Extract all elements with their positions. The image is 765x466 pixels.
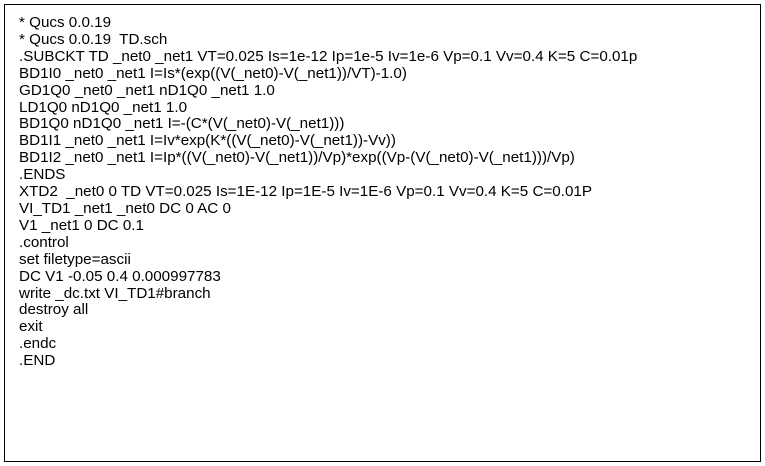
netlist-line: .SUBCKT TD _net0 _net1 VT=0.025 Is=1e-12… xyxy=(19,47,638,65)
netlist-line: .control xyxy=(19,233,69,251)
netlist-line: BD1I1 _net0 _net1 I=Iv*exp(K*((V(_net0)-… xyxy=(19,132,396,150)
netlist-line: BD1I0 _net0 _net1 I=Is*(exp((V(_net0)-V(… xyxy=(19,64,407,82)
netlist-line: BD1I2 _net0 _net1 I=Ip*((V(_net0)-V(_net… xyxy=(19,149,575,167)
netlist-line: * Qucs 0.0.19 TD.sch xyxy=(19,30,168,48)
netlist-line: exit xyxy=(19,318,43,336)
netlist-line: .END xyxy=(19,352,56,370)
netlist-line: destroy all xyxy=(19,301,89,319)
netlist-line: VI_TD1 _net1 _net0 DC 0 AC 0 xyxy=(19,199,231,217)
netlist-line: * Qucs 0.0.19 xyxy=(19,14,112,31)
netlist-line: BD1Q0 nD1Q0 _net1 I=-(C*(V(_net0)-V(_net… xyxy=(19,115,345,133)
netlist-frame: * Qucs 0.0.19 * Qucs 0.0.19 TD.sch .SUBC… xyxy=(4,4,761,462)
netlist-listing: * Qucs 0.0.19 * Qucs 0.0.19 TD.sch .SUBC… xyxy=(19,14,760,370)
netlist-line: DC V1 -0.05 0.4 0.000997783 xyxy=(19,267,221,285)
netlist-line: .ENDS xyxy=(19,166,66,184)
netlist-line: LD1Q0 nD1Q0 _net1 1.0 xyxy=(19,98,188,116)
netlist-line: XTD2 _net0 0 TD VT=0.025 Is=1E-12 Ip=1E-… xyxy=(19,183,592,201)
netlist-line: V1 _net1 0 DC 0.1 xyxy=(19,216,144,234)
netlist-line: set filetype=ascii xyxy=(19,250,131,268)
netlist-line: write _dc.txt VI_TD1#branch xyxy=(19,284,211,302)
netlist-line: .endc xyxy=(19,335,57,353)
netlist-line: GD1Q0 _net0 _net1 nD1Q0 _net1 1.0 xyxy=(19,81,275,99)
